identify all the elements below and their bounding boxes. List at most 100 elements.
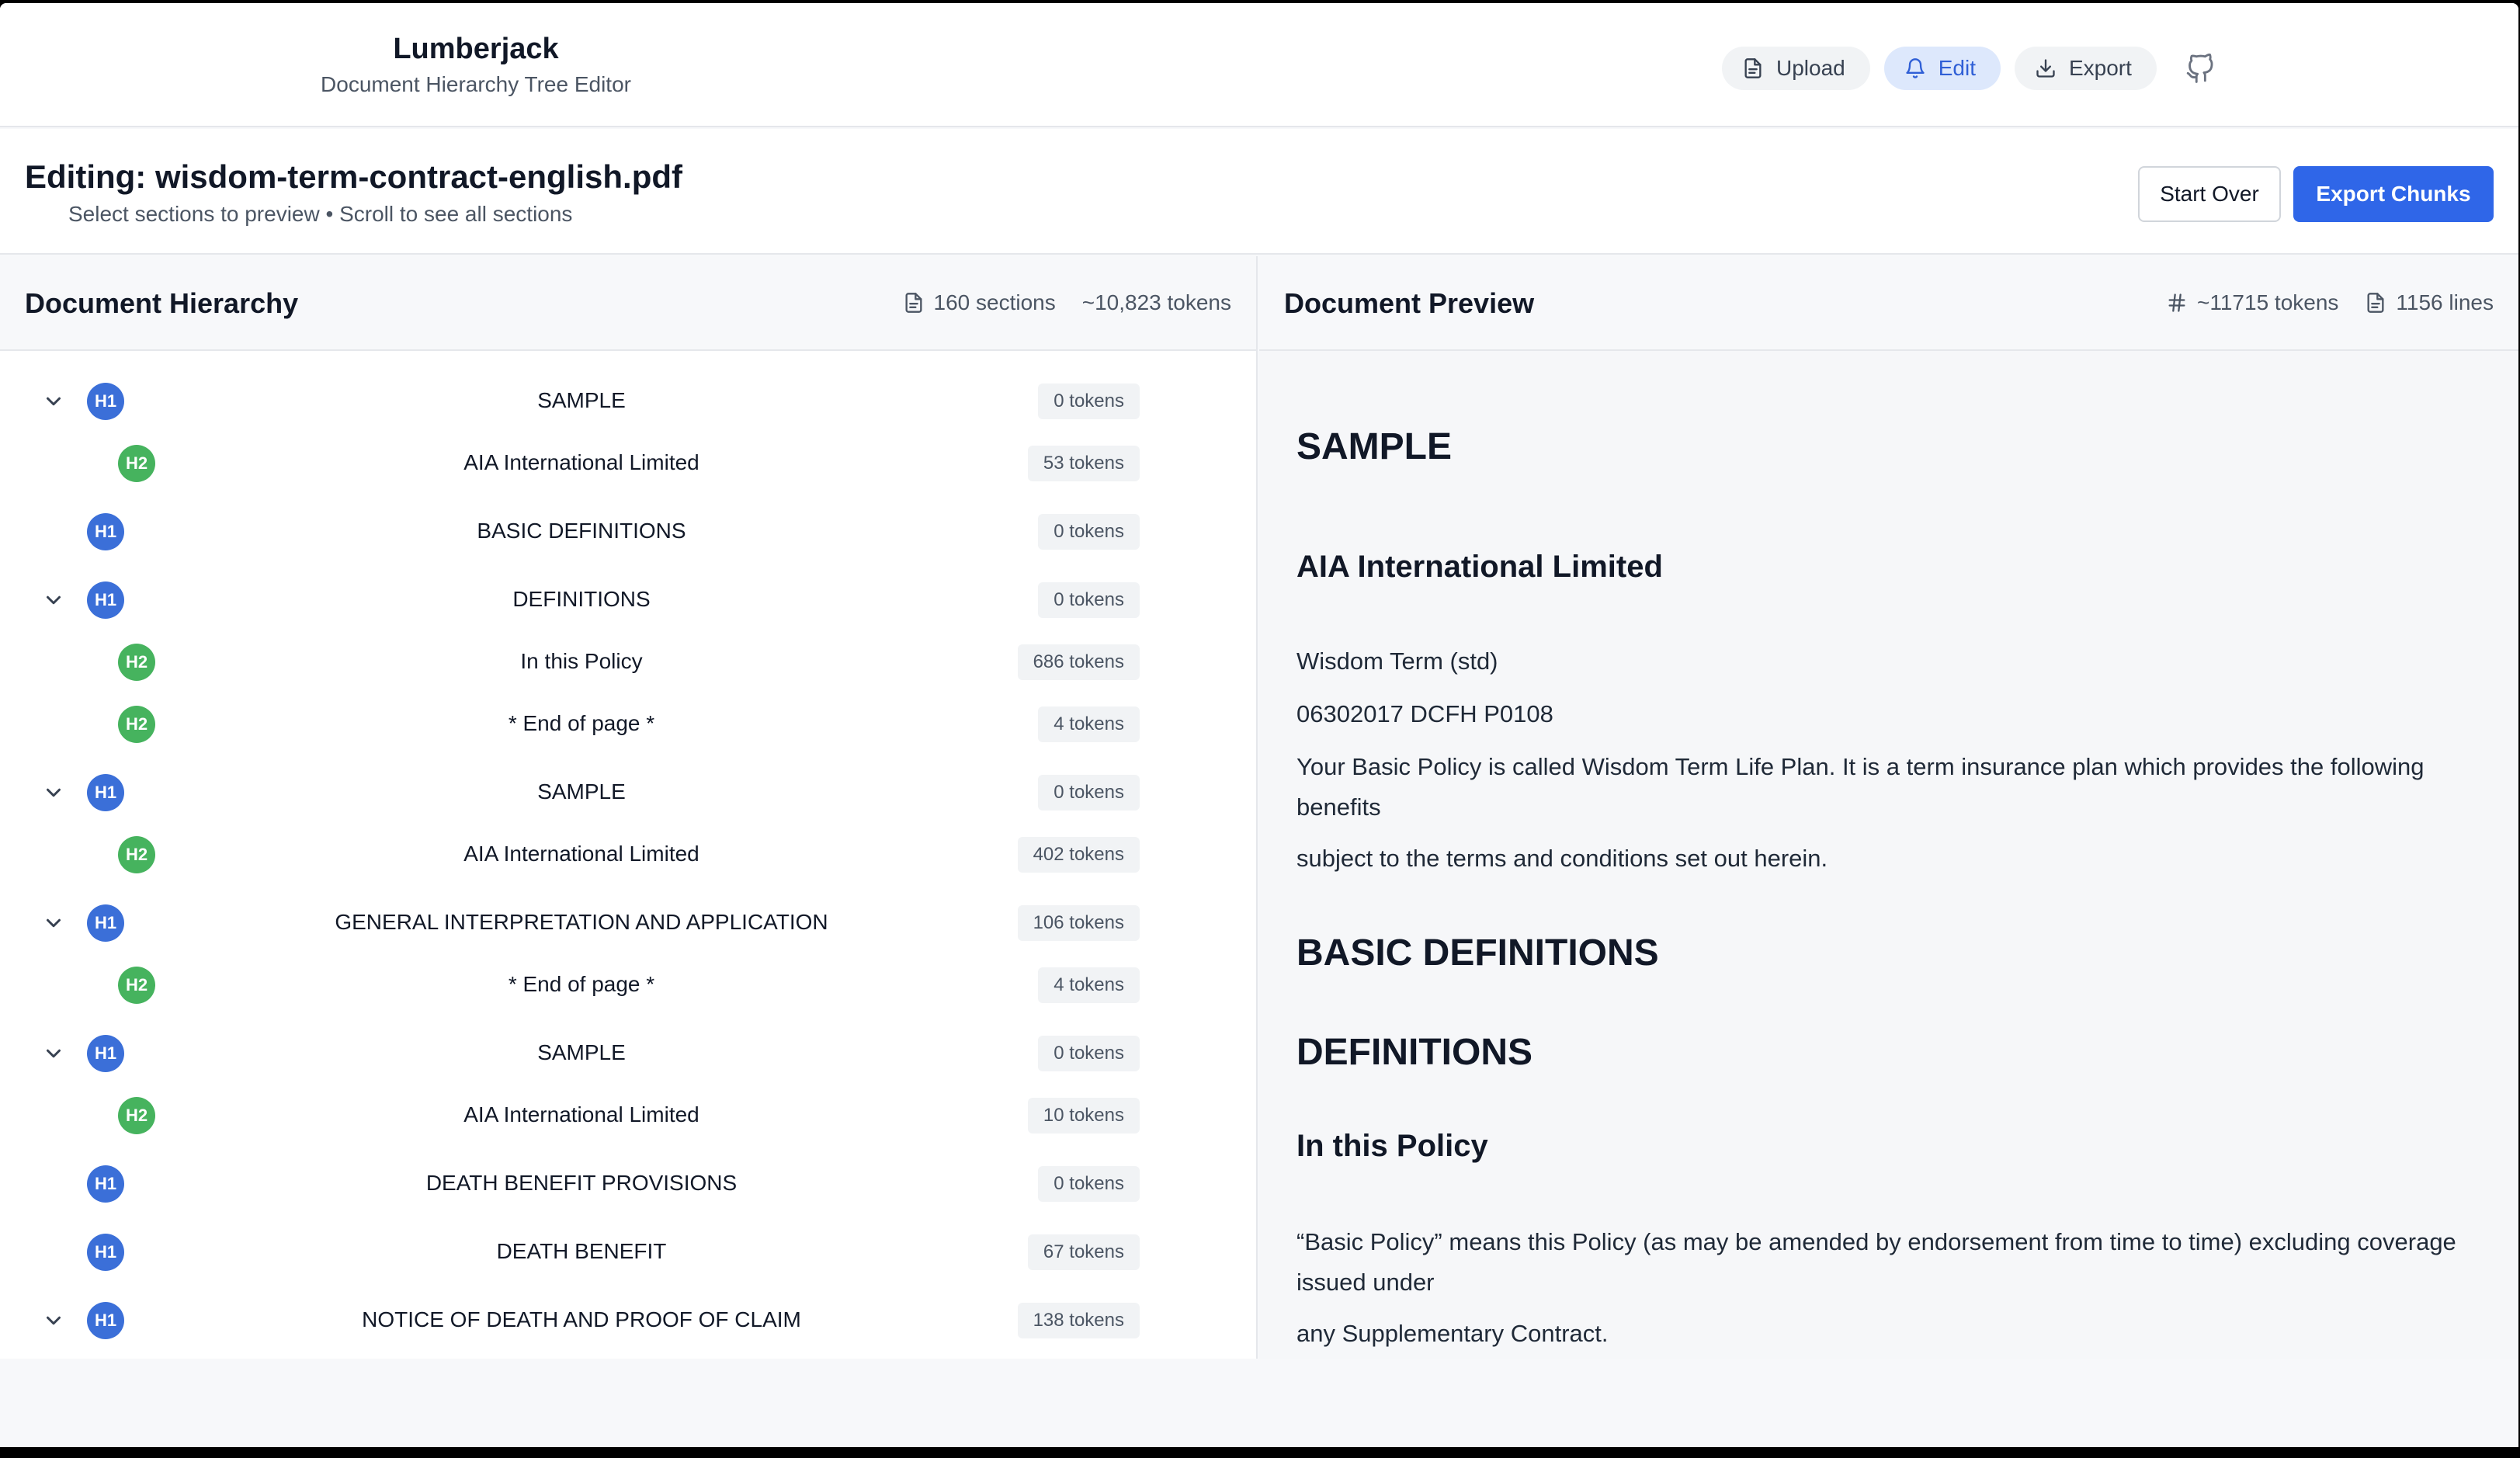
tree-row[interactable]: H1 SAMPLE 0 tokens <box>0 765 1258 820</box>
preview-paragraph: “Basic Policy” means this Policy (as may… <box>1296 1228 2456 1296</box>
chevron-down-icon[interactable] <box>42 781 65 804</box>
app-subtitle: Document Hierarchy Tree Editor <box>321 72 631 96</box>
tree-row-label: BASIC DEFINITIONS <box>477 519 686 543</box>
preview-heading: In this Policy <box>1296 1129 1488 1163</box>
hierarchy-title: Document Hierarchy <box>25 287 299 319</box>
tree-row-label: AIA International Limited <box>463 842 699 866</box>
editing-bar: Editing: wisdom-term-contract-english.pd… <box>0 129 2518 255</box>
tree-row[interactable]: H1 NOTICE OF DEATH AND PROOF OF CLAIM 138 … <box>0 1293 1258 1348</box>
hash-icon <box>2168 293 2185 312</box>
upload-label: Upload <box>1776 56 1845 80</box>
preview-title: Document Preview <box>1284 287 1535 319</box>
editing-title: Editing: wisdom-term-contract-english.pd… <box>25 158 682 195</box>
tree-row-label: DEATH BENEFIT PROVISIONS <box>425 1171 738 1195</box>
tree-row[interactable]: H2 AIA International Limited 402 tokens <box>0 828 1258 882</box>
hierarchy-header: Document Hierarchy 160 sections ~10,823 … <box>0 256 1256 351</box>
github-link[interactable] <box>2183 51 2217 85</box>
preview-paragraph: any Supplementary Contract. <box>1296 1320 1609 1347</box>
export-button[interactable]: Export <box>2014 47 2157 90</box>
tree-row-label: GENERAL INTERPRETATION AND APPLICATION <box>335 910 828 934</box>
level-badge: H2 <box>118 967 155 1004</box>
preview-heading: DEFINITIONS <box>1296 1032 1533 1073</box>
level-badge: H1 <box>87 383 124 420</box>
preview-header: Document Preview ~11715 tokens 1156 line… <box>1259 256 2518 351</box>
start-over-button[interactable]: Start Over <box>2138 166 2281 222</box>
edit-label: Edit <box>1938 56 1976 80</box>
preview-paragraph: Wisdom Term (std) <box>1296 647 1498 675</box>
level-badge: H1 <box>87 1165 124 1203</box>
tree-row-label: SAMPLE <box>537 1040 626 1064</box>
tree-row[interactable]: H2 * End of page * 4 tokens <box>0 697 1258 752</box>
footer-area <box>0 1359 2518 1447</box>
tree-row-label: * End of page * <box>508 972 655 996</box>
preview-paragraph: subject to the terms and conditions set … <box>1296 845 1828 872</box>
token-badge: 686 tokens <box>1017 644 1140 680</box>
app-window: Lumberjack Document Hierarchy Tree Edito… <box>0 3 2518 1447</box>
preview-line-count: 1156 lines <box>2365 290 2494 315</box>
preview-paragraph: 06302017 DCFH P0108 <box>1296 700 1553 727</box>
level-badge: H1 <box>87 581 124 619</box>
tree-row-label: * End of page * <box>508 711 655 735</box>
tree-row[interactable]: H2 AIA International Limited 53 tokens <box>0 436 1258 491</box>
level-badge: H2 <box>118 1097 155 1134</box>
tree-row[interactable]: H1 BASIC DEFINITIONS 0 tokens <box>0 505 1258 559</box>
chevron-down-icon[interactable] <box>42 911 65 935</box>
file-icon <box>905 293 922 313</box>
preview-heading: BASIC DEFINITIONS <box>1296 932 1659 974</box>
chevron-down-icon[interactable] <box>42 1309 65 1332</box>
level-badge: H2 <box>118 836 155 873</box>
sections-count-text: 160 sections <box>933 290 1056 314</box>
tree-row[interactable]: H1 SAMPLE 0 tokens <box>0 374 1258 429</box>
token-badge: 67 tokens <box>1027 1234 1140 1270</box>
chevron-down-icon[interactable] <box>42 588 65 612</box>
file-icon <box>2367 293 2384 313</box>
level-badge: H2 <box>118 706 155 743</box>
chevron-down-icon[interactable] <box>42 1042 65 1065</box>
preview-line-text: 1156 lines <box>2396 290 2494 314</box>
editing-subtitle: Select sections to preview • Scroll to s… <box>68 202 573 226</box>
tree-row[interactable]: H1 DEFINITIONS 0 tokens <box>0 573 1258 627</box>
tree-row-label: In this Policy <box>520 649 643 673</box>
token-badge: 4 tokens <box>1038 967 1140 1003</box>
tree-row[interactable]: H1 DEATH BENEFIT PROVISIONS 0 tokens <box>0 1157 1258 1211</box>
hierarchy-token-count: ~10,823 tokens <box>1082 290 1231 315</box>
token-badge: 4 tokens <box>1038 706 1140 742</box>
app-header: Lumberjack Document Hierarchy Tree Edito… <box>0 3 2518 127</box>
token-badge: 138 tokens <box>1017 1303 1140 1338</box>
hierarchy-token-text: ~10,823 tokens <box>1081 290 1231 314</box>
level-badge: H1 <box>87 513 124 550</box>
chevron-down-icon[interactable] <box>42 390 65 413</box>
level-badge: H2 <box>118 644 155 681</box>
token-badge: 53 tokens <box>1027 446 1140 481</box>
tree-row[interactable]: H1 SAMPLE 0 tokens <box>0 1026 1258 1081</box>
token-badge: 0 tokens <box>1038 1036 1140 1071</box>
preview-stats: ~11715 tokens 1156 lines <box>2166 290 2494 315</box>
token-badge: 106 tokens <box>1017 905 1140 941</box>
tree-row[interactable]: H2 In this Policy 686 tokens <box>0 635 1258 689</box>
preview-heading: AIA International Limited <box>1296 550 1663 584</box>
github-icon <box>2186 54 2213 83</box>
tree-row-label: SAMPLE <box>537 779 626 804</box>
tree-row[interactable]: H1 DEATH BENEFIT 67 tokens <box>0 1225 1258 1279</box>
tree-row[interactable]: H1 GENERAL INTERPRETATION AND APPLICATION… <box>0 896 1258 950</box>
hierarchy-stats: 160 sections ~10,823 tokens <box>903 290 1231 315</box>
tree-row[interactable]: H2 AIA International Limited 10 tokens <box>0 1088 1258 1143</box>
tree-row-label: SAMPLE <box>537 388 626 412</box>
export-label: Export <box>2068 56 2132 80</box>
edit-button[interactable]: Edit <box>1883 47 2001 90</box>
main-nav: Upload Edit Export <box>1722 47 2217 90</box>
sections-count: 160 sections <box>903 290 1056 315</box>
bell-icon <box>1906 58 1925 78</box>
level-badge: H1 <box>87 1234 124 1271</box>
token-badge: 0 tokens <box>1038 384 1140 419</box>
preview-token-count: ~11715 tokens <box>2166 290 2338 315</box>
upload-button[interactable]: Upload <box>1722 47 1870 90</box>
download-icon <box>2036 59 2055 78</box>
export-chunks-button[interactable]: Export Chunks <box>2293 166 2494 222</box>
token-badge: 0 tokens <box>1038 775 1140 811</box>
app-title: Lumberjack <box>393 33 559 65</box>
file-icon <box>1744 58 1762 78</box>
preview-paragraph: Your Basic Policy is called Wisdom Term … <box>1296 753 2425 821</box>
hierarchy-panel: Document Hierarchy 160 sections ~10,823 … <box>0 256 1258 1359</box>
tree-row[interactable]: H2 * End of page * 4 tokens <box>0 958 1258 1012</box>
